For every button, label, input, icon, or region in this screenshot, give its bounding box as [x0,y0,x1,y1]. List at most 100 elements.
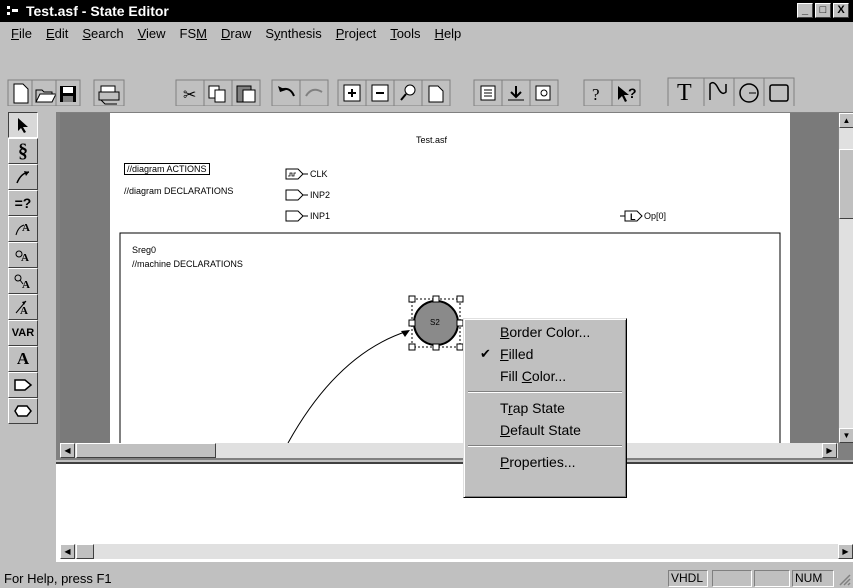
zoom-icon[interactable] [393,79,423,106]
save-icon[interactable] [55,79,81,106]
state-action-tool-icon[interactable]: A [8,242,38,268]
menu-item-5[interactable]: Draw [214,26,258,41]
text-tool-label: T [677,80,692,106]
text-label-tool[interactable]: A [8,346,38,372]
svg-text:?: ? [628,85,637,101]
condition-tool[interactable]: =? [8,190,38,216]
app-icon[interactable] [6,4,20,18]
context-help-icon[interactable]: ? [611,79,641,106]
help-icon[interactable]: ? [583,79,613,106]
menu-item-9[interactable]: Help [428,26,469,41]
state-machine-tool-icon[interactable]: § [8,138,38,164]
horizontal-scroll-thumb[interactable] [76,443,216,458]
menu-item-rest: ile [18,25,32,41]
paste-icon[interactable] [231,79,261,106]
variable-tool[interactable]: VAR [8,320,38,346]
context-menu-item-0[interactable]: Border Color... [466,321,624,343]
maximize-button[interactable]: □ [815,3,831,18]
vertical-scroll-thumb[interactable] [839,149,853,219]
redo-icon[interactable] [299,79,329,106]
output-scroll-right-icon[interactable]: ▶ [838,544,853,559]
copy-icon[interactable] [203,79,233,106]
menu-bar: File Edit Search View FSM Draw Synthesis Projec… [0,22,853,44]
context-menu-separator [468,391,622,393]
output-scroll-thumb[interactable] [76,544,94,559]
menu-item-7[interactable]: Project [329,26,383,41]
title-bar[interactable]: Test.asf - State Editor _ □ X [0,0,853,22]
svg-text:A: A [20,305,28,316]
scroll-down-icon[interactable]: ▼ [839,428,853,443]
zoom-in-icon[interactable] [337,79,367,106]
svg-text:A: A [22,279,30,290]
vertical-scrollbar[interactable]: ▲ ▼ [838,113,853,443]
page-icon[interactable] [421,79,451,106]
transition-action-tool-icon[interactable]: A [8,294,38,320]
compile-icon[interactable] [473,79,503,106]
menu-item-3[interactable]: View [131,26,173,41]
menu-item-0[interactable]: File [4,26,39,41]
output-port-icon[interactable]: L [620,210,643,222]
cut-icon[interactable]: ✂ [175,79,205,106]
status-empty-2 [754,570,790,587]
menu-item-8[interactable]: Tools [383,26,427,41]
new-icon[interactable] [7,79,33,106]
scroll-right-icon[interactable]: ▶ [822,443,837,458]
diagram-canvas[interactable]: Test.asf //diagram ACTIONS //diagram DEC… [60,113,838,443]
context-menu-item-4[interactable]: Trap State [466,397,624,419]
download-icon[interactable] [501,79,531,106]
context-menu-item-7[interactable]: Properties... [466,451,624,473]
rectangle-tool-icon[interactable] [763,77,795,106]
minimize-button[interactable]: _ [797,3,813,18]
transition-tool-icon[interactable] [8,164,38,190]
context-menu-item-2[interactable]: Fill Color... [466,365,624,387]
menu-item-1[interactable]: Edit [39,26,75,41]
output-port-tool-icon[interactable] [8,398,38,424]
print-icon[interactable] [93,79,125,106]
entry-action-tool-icon[interactable]: A [8,268,38,294]
zoom-out-icon[interactable] [365,79,395,106]
scroll-left-icon[interactable]: ◀ [60,443,75,458]
horizontal-scrollbar[interactable]: ◀ ▶ [60,443,838,458]
scroll-up-icon[interactable]: ▲ [839,113,853,128]
menu-item-4[interactable]: FSM [173,26,214,41]
menu-item-accelerator: V [137,25,147,41]
context-menu-accelerator: P [500,454,510,470]
clk-port-icon[interactable] [285,168,308,180]
menu-item-rest: dit [54,25,69,41]
undo-icon[interactable] [271,79,301,106]
close-button[interactable]: X [833,3,849,18]
clk-label: CLK [310,169,328,179]
circle-tool-icon[interactable] [733,77,765,106]
svg-text:A: A [22,222,30,234]
menu-item-6[interactable]: Synthesis [258,26,328,41]
output-scroll-left-icon[interactable]: ◀ [60,544,75,559]
context-menu-prefix: T [500,400,509,416]
svg-text:?: ? [592,85,600,104]
status-help-text: For Help, press F1 [4,570,112,586]
machine-declarations-label[interactable]: //machine DECLARATIONS [132,259,243,269]
menu-item-2[interactable]: Search [75,26,130,41]
menu-item-rest: iew [146,25,166,41]
window-title: Test.asf - State Editor [26,3,169,19]
resize-grip-icon[interactable] [837,572,851,586]
diagram-page[interactable]: Test.asf //diagram ACTIONS //diagram DEC… [110,113,790,443]
inp1-port-icon[interactable] [285,210,308,222]
menu-item-rest: ools [396,25,421,41]
menu-item-accelerator: S [82,25,92,41]
context-menu-item-1[interactable]: ✔ Filled [466,343,624,365]
input-port-tool-icon[interactable] [8,372,38,398]
menu-item-accelerator: H [434,25,444,41]
context-menu-rest: roperties... [509,454,576,470]
transition-arrow[interactable] [287,330,409,443]
action-tool-icon[interactable]: A [8,216,38,242]
context-menu-item-5[interactable]: Default State [466,419,624,441]
curve-tool-icon[interactable] [703,77,735,106]
machine-name: Sreg0 [132,245,157,255]
context-menu-accelerator: D [500,422,511,438]
inspect-icon[interactable] [529,79,559,106]
select-tool-icon[interactable] [8,112,38,138]
output-horizontal-scrollbar[interactable]: ◀ ▶ [60,544,853,559]
checkmark-icon: ✔ [480,346,491,361]
open-icon[interactable] [31,79,57,106]
inp2-port-icon[interactable] [285,189,308,201]
